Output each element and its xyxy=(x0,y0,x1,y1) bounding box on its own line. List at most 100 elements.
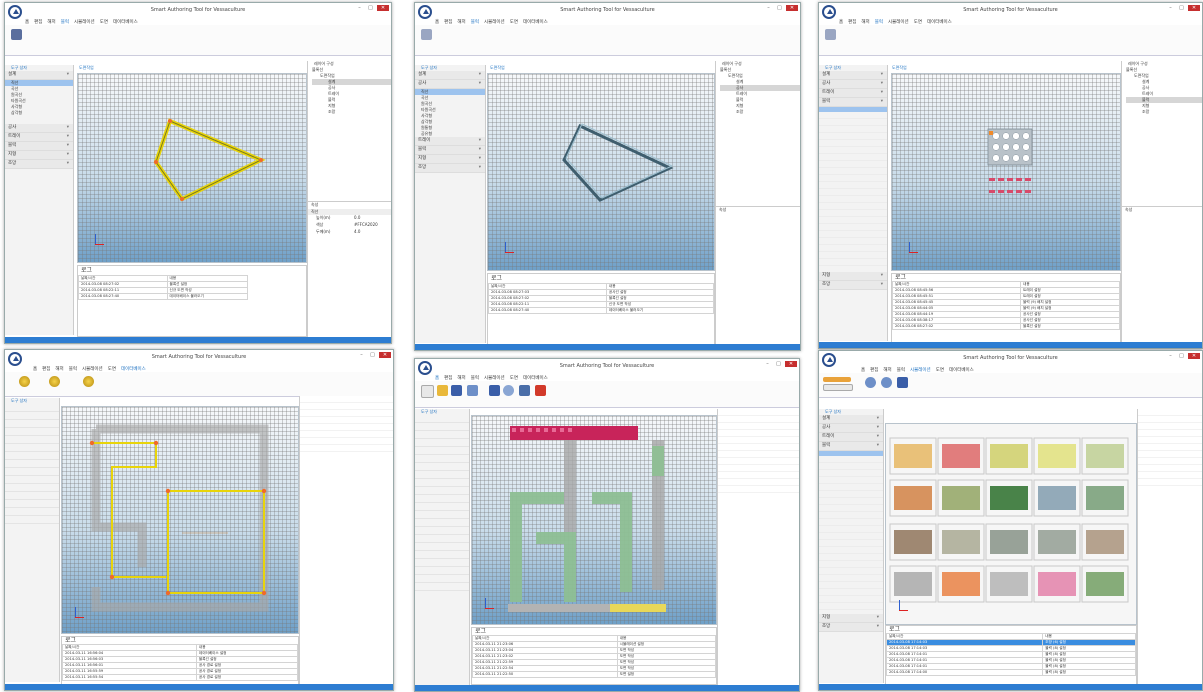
table-row[interactable]: 2014-03-08 17:14:00 블럭 (8) 설정 xyxy=(885,669,1136,676)
simulation-canvas[interactable] xyxy=(885,423,1137,625)
canvas-tab[interactable]: 도면작업 xyxy=(892,65,907,71)
minimize-button[interactable]: – xyxy=(764,5,773,11)
vertex-handle[interactable] xyxy=(259,158,263,162)
log-panel: 로그 날짜/시간 내용 2014-03-11 21:23:06 시뮬레이션 설정 2… xyxy=(471,627,717,685)
section-terrain[interactable]: 지형 xyxy=(415,155,485,164)
close-button[interactable]: ✕ xyxy=(785,361,797,367)
new-file-icon[interactable] xyxy=(421,385,434,398)
maximize-button[interactable]: □ xyxy=(366,5,375,11)
print-icon[interactable] xyxy=(489,385,500,396)
zoom-in-icon[interactable] xyxy=(865,377,876,388)
canvas-tab[interactable]: 도면작업 xyxy=(79,65,94,71)
run-icon[interactable] xyxy=(823,377,851,382)
section-design[interactable]: 설계 xyxy=(5,71,73,80)
section-view[interactable]: 조망 xyxy=(819,281,887,290)
save-icon[interactable] xyxy=(451,385,462,396)
section-terrain[interactable]: 지형 xyxy=(819,614,883,623)
log-table: 날짜/시간 내용 2014-03-08 08:27:02 블록선 설정 2014-0… xyxy=(78,275,249,300)
minimize-button[interactable]: – xyxy=(1166,353,1175,359)
zoom-out-icon[interactable] xyxy=(881,377,892,388)
gold-coin-icon[interactable] xyxy=(49,376,60,387)
minimize-button[interactable]: – xyxy=(1166,5,1175,11)
section-view[interactable]: 조망 xyxy=(819,623,883,632)
open-folder-icon[interactable] xyxy=(437,385,448,396)
drawing-canvas[interactable] xyxy=(61,406,299,634)
section-tray[interactable]: 트레이 xyxy=(819,89,887,98)
section-view[interactable]: 조망 xyxy=(5,160,73,169)
section-design[interactable]: 설계 xyxy=(819,415,883,424)
tree-item-view[interactable]: 조망 xyxy=(720,109,800,115)
block-tool-icon[interactable] xyxy=(421,29,432,40)
section-tray[interactable]: 트레이 xyxy=(819,433,883,442)
block-list xyxy=(819,456,883,614)
vertex-handle[interactable] xyxy=(168,119,172,123)
ribbon xyxy=(819,25,1202,56)
property-value[interactable]: 4.0 xyxy=(354,229,360,236)
drawing-canvas[interactable] xyxy=(471,415,717,625)
maximize-button[interactable]: □ xyxy=(775,5,784,11)
close-button[interactable]: ✕ xyxy=(377,5,389,11)
drawing-canvas[interactable] xyxy=(77,73,307,263)
log-title: 로그 xyxy=(491,275,503,282)
section-construction[interactable]: 공사 xyxy=(819,424,883,433)
canvas-tab[interactable]: 도면작업 xyxy=(490,65,505,71)
gold-coin-icon[interactable] xyxy=(83,376,94,387)
section-block[interactable]: 블럭 xyxy=(819,442,883,451)
section-terrain[interactable]: 지형 xyxy=(819,272,887,281)
search-icon[interactable] xyxy=(503,385,514,396)
section-construction[interactable]: 공사 xyxy=(5,124,73,133)
table-row[interactable]: 2014-03-11 21:22:50 도면 설정 xyxy=(472,671,717,678)
vertex-handle[interactable] xyxy=(154,160,158,164)
section-block[interactable]: 블럭 xyxy=(415,146,485,155)
gold-coin-icon[interactable] xyxy=(19,376,30,387)
section-tray[interactable]: 트레이 xyxy=(5,133,73,142)
export-icon[interactable] xyxy=(467,385,478,396)
tree-item-view[interactable]: 조망 xyxy=(1126,109,1202,115)
minimize-button[interactable]: – xyxy=(357,352,366,358)
drawing-canvas[interactable] xyxy=(487,73,715,271)
minimize-button[interactable]: – xyxy=(763,361,772,367)
section-tray[interactable]: 트레이 xyxy=(415,137,485,146)
tree-item-view[interactable]: 조망 xyxy=(312,109,391,115)
stop-icon[interactable] xyxy=(535,385,546,396)
close-button[interactable]: ✕ xyxy=(379,352,391,358)
toolbox: 도구 상자 xyxy=(5,398,60,682)
close-button[interactable]: ✕ xyxy=(786,5,798,11)
layers-icon[interactable] xyxy=(519,385,530,396)
drawing-canvas[interactable] xyxy=(891,73,1121,271)
block-tool-icon[interactable] xyxy=(825,29,836,40)
maximize-button[interactable]: □ xyxy=(368,352,377,358)
property-value[interactable]: 0.0 xyxy=(354,215,360,222)
property-value[interactable]: #FFCA2020 xyxy=(354,222,378,229)
table-row[interactable]: 2014-03-11 16:55:54 공사 경로 설정 xyxy=(62,674,299,681)
toolbox-list xyxy=(5,404,59,524)
close-button[interactable]: ✕ xyxy=(1188,353,1200,359)
section-design[interactable]: 설계 xyxy=(415,71,485,80)
pause-icon[interactable] xyxy=(823,384,853,391)
vertex-handle[interactable] xyxy=(180,197,184,201)
table-row[interactable]: 2014-03-08 08:27:40 데이터베이스 불러오기 xyxy=(488,307,715,314)
section-terrain[interactable]: 지형 xyxy=(5,151,73,160)
property-header: 속성 xyxy=(719,207,727,212)
section-block[interactable]: 블럭 xyxy=(5,142,73,151)
tool-triangle[interactable]: 삼각형 xyxy=(5,110,73,116)
log-panel: 로그 날짜/시간 내용 2014-03-08 17:14:03 조망 (6) 설정 … xyxy=(885,625,1137,685)
rotate-icon[interactable] xyxy=(897,377,908,388)
table-row[interactable]: 2014-03-08 08:27:40 데이터베이스 불러오기 xyxy=(78,293,249,300)
minimize-button[interactable]: – xyxy=(355,5,364,11)
maximize-button[interactable]: □ xyxy=(1177,5,1186,11)
close-button[interactable]: ✕ xyxy=(1188,5,1200,11)
section-view[interactable]: 조망 xyxy=(415,164,485,173)
section-block[interactable]: 블럭 xyxy=(819,98,887,107)
section-construction[interactable]: 공사 xyxy=(415,80,485,89)
block-tool-icon[interactable] xyxy=(11,29,22,40)
property-row: 높이(m) 0.0 xyxy=(308,215,391,222)
property-panel: 속성 xyxy=(716,206,800,214)
section-construction[interactable]: 공사 xyxy=(819,80,887,89)
status-bar xyxy=(5,684,393,690)
ribbon xyxy=(5,25,391,56)
section-design[interactable]: 설계 xyxy=(819,71,887,80)
maximize-button[interactable]: □ xyxy=(774,361,783,367)
table-row[interactable]: 2014-03-08 08:27:02 블록선 설정 xyxy=(891,323,1120,330)
maximize-button[interactable]: □ xyxy=(1177,353,1186,359)
